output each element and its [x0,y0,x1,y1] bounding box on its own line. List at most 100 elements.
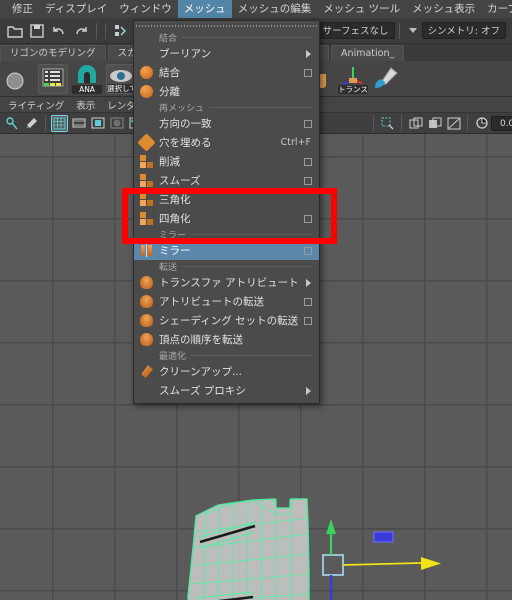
symmetry-field[interactable]: シンメトリ: オフ [421,22,506,39]
menu-item-分離[interactable]: 分離 [134,82,319,101]
menu-item-label: クリーンアップ... [159,366,242,378]
shelf-brush-tool[interactable] [372,64,402,94]
menu-item-7[interactable]: カーブ [481,0,512,18]
screenspace-ao-icon[interactable] [445,115,462,132]
redo-icon[interactable] [72,22,90,40]
menu-item-2[interactable]: ウィンドウ [113,0,178,18]
film-gate-icon[interactable] [70,115,87,132]
menu-item-4[interactable]: メッシュの編集 [232,0,318,18]
menu-item-option-box[interactable] [304,316,312,325]
menu-item-スムーズプロキシ[interactable]: スムーズ プロキシ [134,381,319,400]
menu-item-ミラー[interactable]: ミラー [134,241,319,260]
menu-tearoff-handle[interactable] [136,22,317,29]
menu-item-icon-slot [134,82,159,101]
menu-item-5[interactable]: メッシュ ツール [317,0,406,18]
menu-item-スムーズ[interactable]: スムーズ [134,171,319,190]
menu-item-トランスファアトリビュート[interactable]: トランスファ アトリビュート [134,273,319,292]
menu-item-穴を埋める[interactable]: 穴を埋める Ctrl+F [134,133,319,152]
menu-section-rule [182,37,312,38]
menu-item-三角化[interactable]: 三角化 [134,190,319,209]
resolution-gate-icon[interactable] [89,115,106,132]
menu-section-header: 転送 [134,260,319,273]
submenu-arrow-icon[interactable] [306,49,311,58]
menu-item-四角化[interactable]: 四角化 [134,209,319,228]
main-menu-bar: 修正 ディスプレイ ウィンドウ メッシュ メッシュの編集 メッシュ ツール メッシュ表示 カー… [0,0,512,18]
menu-section-header: 最適化 [134,349,319,362]
menu-item-label: アトリビュートの転送 [159,296,264,308]
open-scene-icon[interactable] [6,22,24,40]
menu-item-option-box[interactable] [304,68,312,77]
menu-item-1[interactable]: ディスプレイ [39,0,113,18]
menu-section-rule [191,234,312,235]
menu-item-option-box[interactable] [304,297,312,306]
center-plane-handle [322,554,344,576]
trans-icon [140,295,153,308]
mir-icon [140,244,153,257]
sph-icon [140,85,153,98]
gate-mask-icon[interactable] [108,115,125,132]
menu-item-6[interactable]: メッシュ表示 [406,0,481,18]
menu-item-icon-slot [134,381,159,400]
toolbar-separator [467,115,468,131]
menu-item-シェーディングセットの転送[interactable]: シェーディング セットの転送 [134,311,319,330]
save-scene-icon[interactable] [28,22,46,40]
shelf-tab-4[interactable]: Animation_ [331,45,405,61]
menu-item-option-box[interactable] [304,214,312,223]
motion-blur-icon[interactable] [473,115,490,132]
menu-item-hotkey: Ctrl+F [280,137,311,148]
menu-item-ブーリアン[interactable]: ブーリアン [134,44,319,63]
xray-icon[interactable] [407,115,424,132]
submenu-arrow-icon[interactable] [306,278,311,287]
menu-item-icon-slot [134,63,159,82]
shelf-sphere-tool[interactable] [4,64,34,94]
menu-item-削減[interactable]: 削減 [134,152,319,171]
panel-menu-item-1[interactable]: 表示 [76,98,95,112]
sph-icon [140,66,153,79]
shelf-transform-tool[interactable]: トランス [338,64,368,94]
submenu-arrow-icon[interactable] [306,386,311,395]
menu-item-頂点の順序を転送[interactable]: 頂点の順序を転送 [134,330,319,349]
paint-select-icon[interactable] [23,115,40,132]
menu-item-label: 削減 [159,156,180,168]
chevron-down-icon[interactable] [408,28,417,33]
menu-item-icon-slot [134,133,159,152]
grid-display-icon[interactable] [51,114,68,132]
menu-item-option-box[interactable] [304,157,312,166]
menu-item-label: 穴を埋める [159,137,212,149]
isolate-select-icon[interactable] [379,115,396,132]
shadow-icon[interactable] [426,115,443,132]
select-by-hierarchy-icon[interactable] [112,22,130,40]
cubes-icon [140,174,153,187]
menu-section-rule [209,107,312,108]
menu-item-label: 結合 [159,67,180,79]
menu-item-option-box[interactable] [304,119,312,128]
menu-item-icon-slot [134,292,159,311]
menu-item-0[interactable]: 修正 [6,0,39,18]
rotate-value-field[interactable]: 0.00 [491,115,512,131]
shelf-button-label: トランス [338,84,368,94]
menu-section-header: ミラー [134,228,319,241]
shelf-analyze-tool[interactable]: ANA [72,64,102,94]
menu-item-icon-slot [134,330,159,349]
menu-item-label: スムーズ [159,175,201,187]
mesh-dropdown-menu[interactable]: 結合 ブーリアン 結合 分離 再メッシュ 方向の一致 穴を埋める Ctrl+F 削減 スムーズ 三角… [133,20,320,404]
shelf-tab-0[interactable]: リゴンのモデリング [0,45,106,61]
menu-item-結合[interactable]: 結合 [134,63,319,82]
menu-item-3[interactable]: メッシュ [177,0,232,18]
menu-item-icon-slot [134,362,159,381]
menu-item-label: 三角化 [159,194,191,206]
menu-item-icon-slot [134,209,159,228]
shelf-list-tool[interactable] [38,63,68,94]
menu-item-option-box[interactable] [304,246,312,255]
undo-icon[interactable] [50,22,68,40]
shelf-select-tool[interactable]: 選択して [106,63,136,94]
toolbar-separator [373,115,374,131]
menu-item-方向の一致[interactable]: 方向の一致 [134,114,319,133]
menu-item-icon-slot [134,171,159,190]
select-tool-icon[interactable] [4,115,21,132]
menu-item-option-box[interactable] [304,176,312,185]
menu-item-アトリビュートの転送[interactable]: アトリビュートの転送 [134,292,319,311]
menu-item-クリーンアップ[interactable]: クリーンアップ... [134,362,319,381]
panel-menu-item-0[interactable]: ライティング [8,98,64,112]
menu-section-label: 最適化 [159,352,187,362]
